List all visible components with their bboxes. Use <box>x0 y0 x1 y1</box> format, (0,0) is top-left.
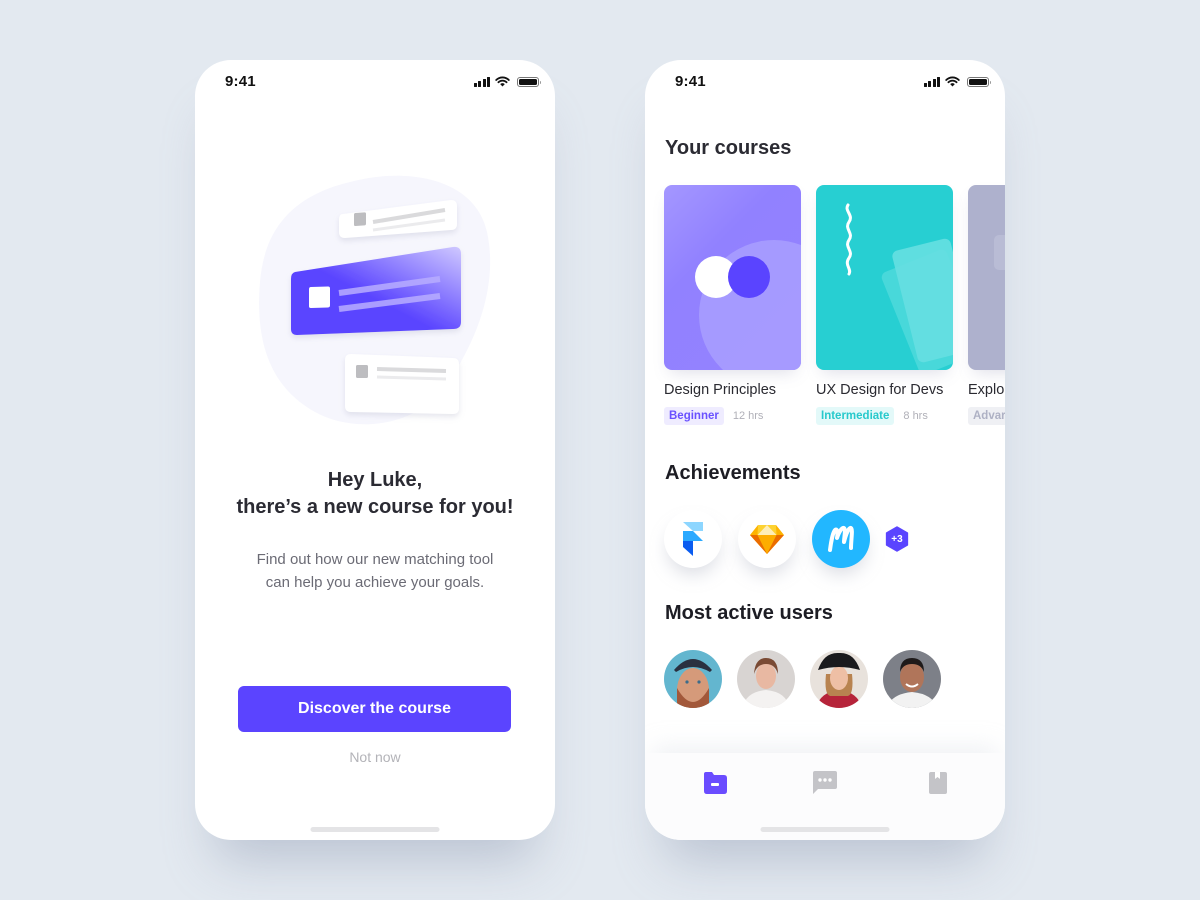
greeting-line-1: Hey Luke, <box>327 469 423 491</box>
wifi-icon <box>495 76 510 87</box>
framer-icon <box>683 522 703 556</box>
more-achievements-badge[interactable]: +3 <box>884 526 910 552</box>
not-now-link[interactable]: Not now <box>195 749 555 765</box>
course-meta: Beginner 12 hrs <box>664 407 801 425</box>
bookmark-icon <box>929 772 947 794</box>
dashboard-screen: 9:41 Your courses Design Principles Begi… <box>645 60 1005 840</box>
status-time: 9:41 <box>225 73 256 90</box>
level-badge: Advar <box>968 407 1005 425</box>
course-card-ux-design-for-devs[interactable]: UX Design for Devs Intermediate 8 hrs <box>816 185 953 425</box>
greeting-description: Find out how our new matching tool can h… <box>195 548 555 594</box>
most-active-users-heading: Most active users <box>665 602 833 624</box>
status-bar: 9:41 <box>195 60 555 104</box>
more-achievements-count: +3 <box>891 533 903 545</box>
course-thumbnail <box>816 185 953 370</box>
level-badge: Intermediate <box>816 407 895 425</box>
course-card-design-principles[interactable]: Design Principles Beginner 12 hrs <box>664 185 801 425</box>
marvel-icon <box>828 525 854 552</box>
ux-design-artwork <box>845 203 953 370</box>
course-duration: 8 hrs <box>903 410 928 422</box>
battery-icon <box>517 76 541 87</box>
your-courses-heading: Your courses <box>665 137 792 159</box>
status-time: 9:41 <box>675 73 706 90</box>
small-card-bottom <box>345 354 459 414</box>
sketch-icon <box>750 525 784 554</box>
user-avatar-2[interactable] <box>737 650 795 708</box>
cellular-signal-icon <box>923 76 940 87</box>
status-icons <box>473 76 541 87</box>
achievements-list: +3 <box>664 510 910 568</box>
course-thumbnail <box>664 185 801 370</box>
course-card-explore[interactable]: Explor Advar <box>968 185 1005 425</box>
achievement-marvel[interactable] <box>812 510 870 568</box>
course-name: UX Design for Devs <box>816 382 944 398</box>
achievement-framer[interactable] <box>664 510 722 568</box>
tab-bookmarks[interactable] <box>923 768 953 798</box>
cellular-signal-icon <box>473 76 490 87</box>
course-meta: Intermediate 8 hrs <box>816 407 953 425</box>
tab-courses[interactable] <box>700 768 730 798</box>
status-icons <box>923 76 991 87</box>
course-name: Design Principles <box>664 382 777 398</box>
status-bar: 9:41 <box>645 60 1005 104</box>
level-badge: Beginner <box>664 407 724 425</box>
achievement-sketch[interactable] <box>738 510 796 568</box>
chat-icon <box>813 771 837 794</box>
home-indicator[interactable] <box>760 827 890 832</box>
discover-course-button[interactable]: Discover the course <box>238 686 511 732</box>
description-line-1: Find out how our new matching tool <box>256 551 494 568</box>
greeting-line-2: there’s a new course for you! <box>236 496 514 518</box>
folder-icon <box>704 772 727 794</box>
course-thumbnail <box>968 185 1005 370</box>
battery-icon <box>967 76 991 87</box>
user-avatar-3[interactable] <box>810 650 868 708</box>
greeting-heading: Hey Luke, there’s a new course for you! <box>195 467 555 521</box>
design-principles-artwork <box>695 240 801 370</box>
user-avatar-4[interactable] <box>883 650 941 708</box>
courses-carousel[interactable]: Design Principles Beginner 12 hrs UX Des… <box>664 185 1005 425</box>
wifi-icon <box>945 76 960 87</box>
home-indicator[interactable] <box>310 827 440 832</box>
course-cards-illustration <box>259 175 491 425</box>
onboarding-screen: 9:41 Hey Luke, there’s a new course for … <box>195 60 555 840</box>
user-avatar-1[interactable] <box>664 650 722 708</box>
course-name: Explor <box>968 382 1005 398</box>
achievements-heading: Achievements <box>665 462 801 484</box>
course-duration: 12 hrs <box>732 410 764 422</box>
course-meta: Advar <box>968 407 1005 425</box>
tab-messages[interactable] <box>810 768 840 798</box>
active-users-list <box>664 650 941 708</box>
description-line-2: can help you achieve your goals. <box>265 574 485 591</box>
explore-artwork <box>994 235 1005 270</box>
